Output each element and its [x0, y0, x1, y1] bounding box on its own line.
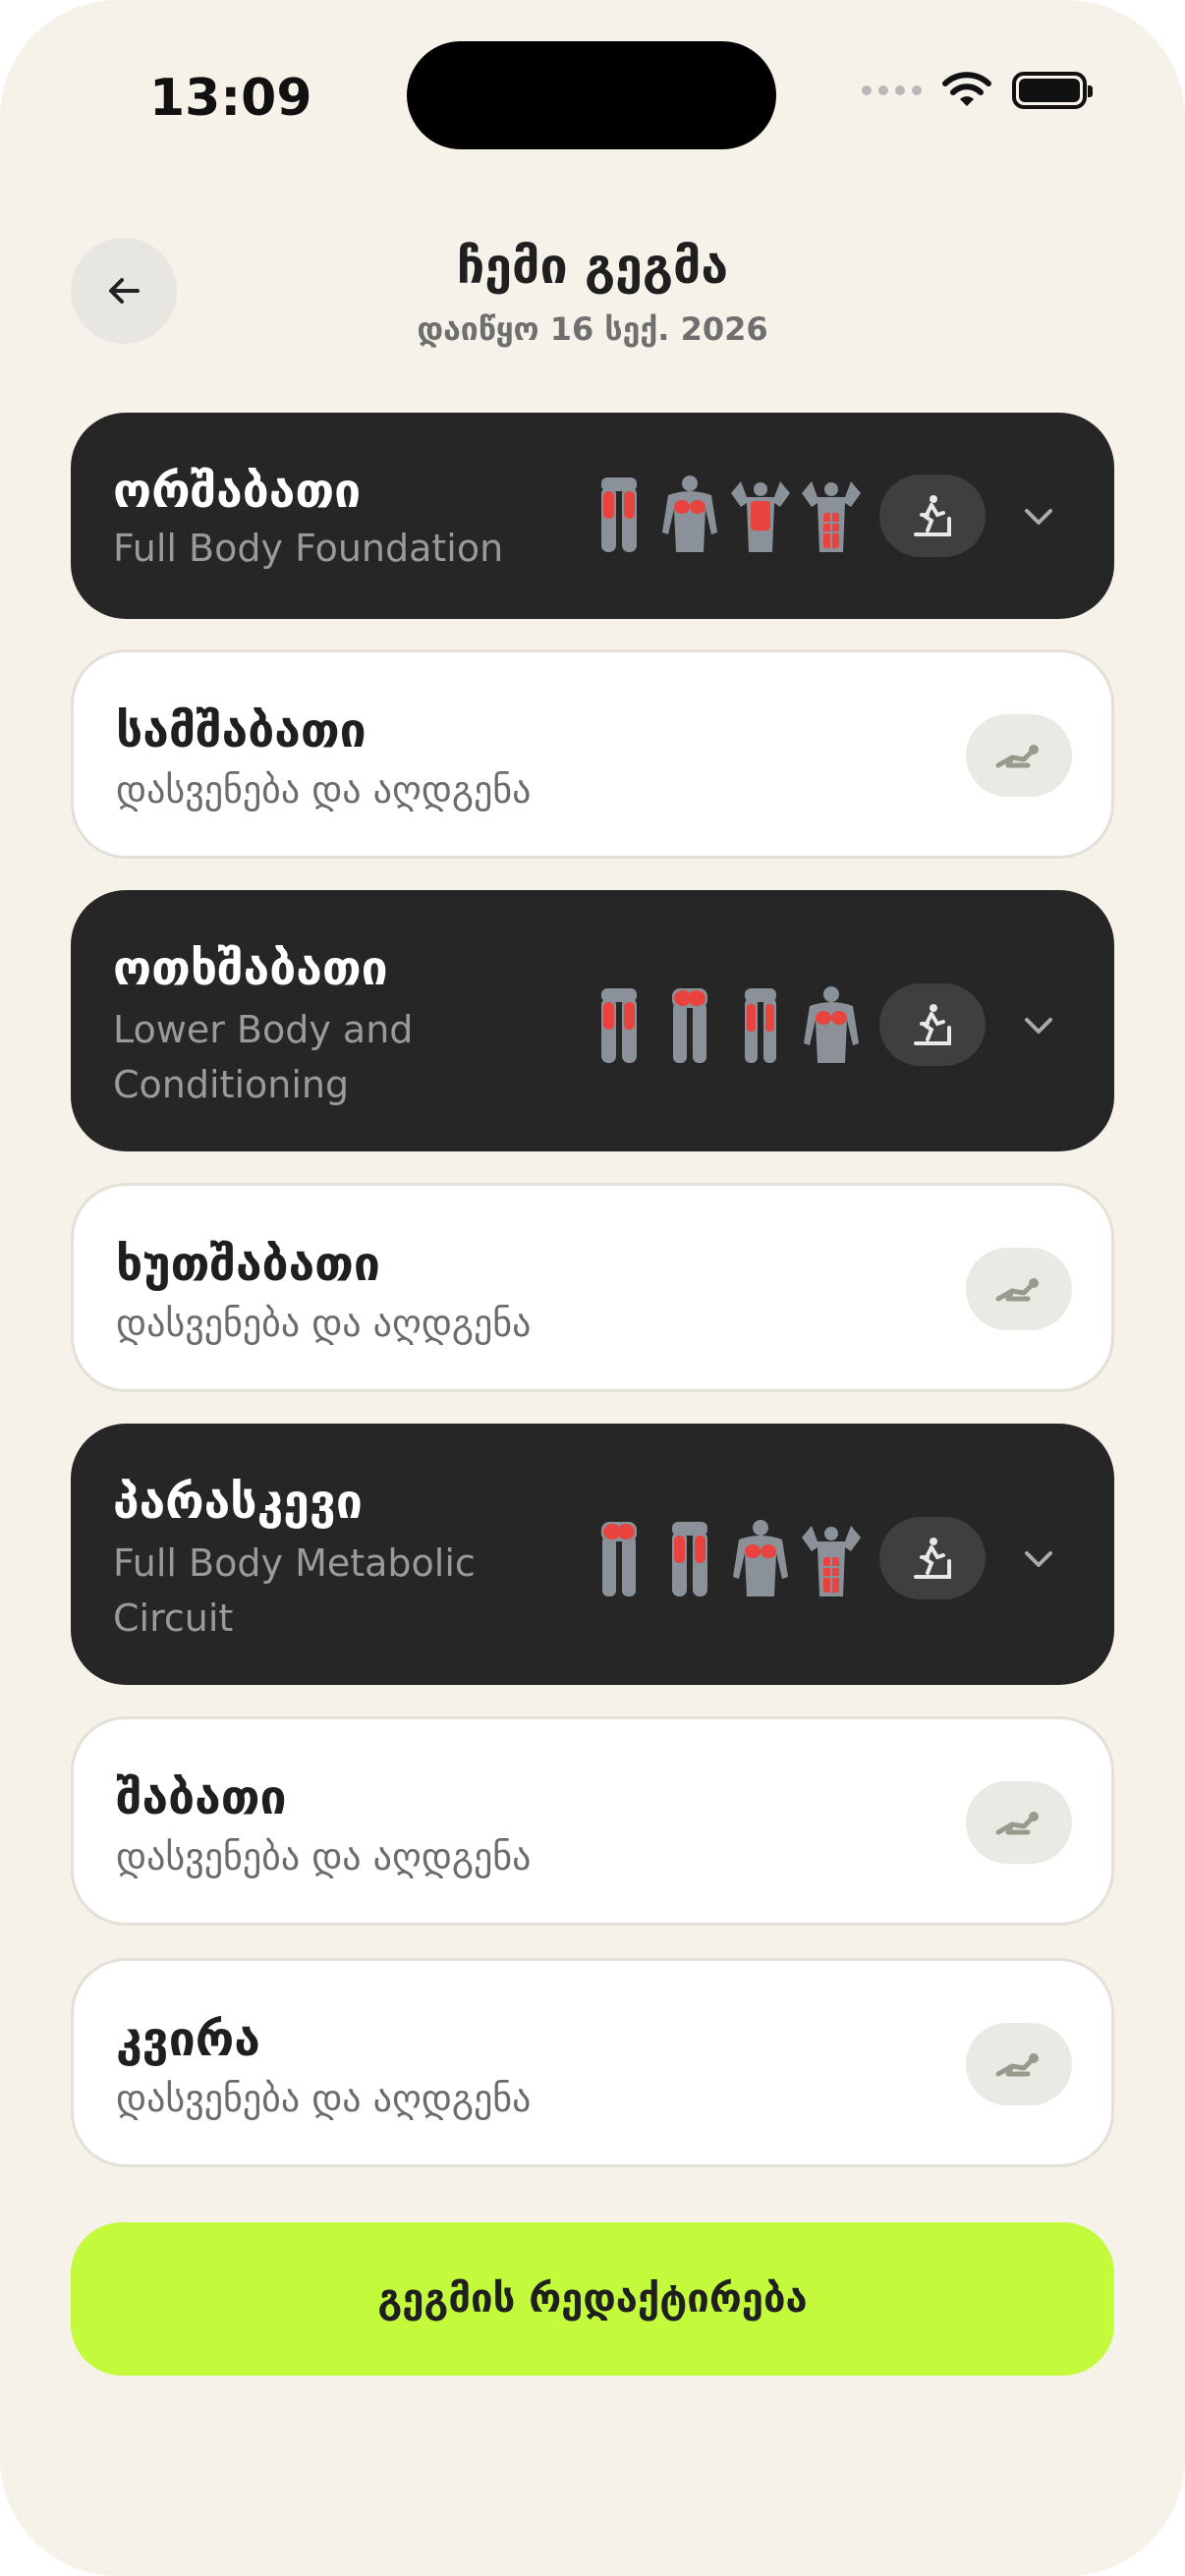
day-name: ორშაბათი: [113, 464, 362, 519]
day-name: ოთხშაბათი: [113, 941, 388, 996]
workout-type-badge: [879, 1517, 986, 1599]
rest-type-badge: [966, 1781, 1072, 1864]
day-name: ხუთშაბათი: [116, 1237, 380, 1292]
treadmill-icon: [914, 1538, 951, 1579]
core-icon: [802, 1526, 861, 1596]
day-name: პარასკევი: [113, 1475, 363, 1530]
rest-type-badge: [966, 714, 1072, 797]
glutes-icon: [672, 988, 707, 1063]
chest-icon: [804, 986, 859, 1063]
day-subtitle: დასვენება და აღდგენა: [116, 2077, 532, 2120]
day-card-wednesday[interactable]: ოთხშაბათი Lower Body and Conditioning: [71, 890, 1114, 1151]
day-card-friday[interactable]: პარასკევი Full Body Metabolic Circuit: [71, 1424, 1114, 1685]
status-icons: [862, 71, 1093, 110]
workout-type-badge: [879, 475, 986, 557]
chevron-down-icon: [1025, 1018, 1052, 1034]
glutes-icon: [601, 1522, 637, 1596]
rest-lying-icon: [995, 1812, 1039, 1835]
battery-icon: [1012, 72, 1093, 109]
treadmill-icon: [914, 495, 951, 536]
plan-start-date: დაიწყო 16 სექ. 2026: [417, 310, 768, 348]
day-card-thursday[interactable]: ხუთშაბათი დასვენება და აღდგენა: [71, 1183, 1114, 1392]
treadmill-icon: [914, 1004, 951, 1045]
day-name: სამშაბათი: [116, 703, 367, 758]
day-card-tuesday[interactable]: სამშაბათი დასვენება და აღდგენა: [71, 649, 1114, 859]
phone-screen: 13:09 ჩემი გეგმა დაიწყო 16 სექ. 2026 ორშ…: [0, 0, 1185, 2576]
page-title: ჩემი გეგმა: [456, 238, 729, 295]
signal-dots-icon: [862, 85, 922, 95]
rest-lying-icon: [995, 2053, 1039, 2077]
muscle-group-icons: [588, 1518, 863, 1600]
day-subtitle: Full Body Metabolic Circuit: [113, 1541, 476, 1640]
dynamic-island: [407, 41, 776, 149]
expand-toggle[interactable]: [1019, 1540, 1058, 1579]
legs-front-icon: [672, 1522, 707, 1596]
muscle-group-icons: [588, 984, 863, 1067]
muscle-group-icons: [588, 474, 863, 556]
rest-lying-icon: [995, 1278, 1039, 1302]
core-icon: [802, 481, 861, 552]
day-card-sunday[interactable]: კვირა დასვენება და აღდგენა: [71, 1958, 1114, 2167]
expand-toggle[interactable]: [1019, 1006, 1058, 1045]
chevron-down-icon: [1025, 1551, 1052, 1567]
wifi-icon: [942, 72, 991, 106]
day-card-monday[interactable]: ორშაბათი Full Body Foundation: [71, 413, 1114, 619]
expand-toggle[interactable]: [1019, 497, 1058, 536]
chest-icon: [662, 476, 717, 552]
workout-type-badge: [879, 983, 986, 1066]
edit-plan-button[interactable]: გეგმის რედაქტირება: [71, 2222, 1114, 2376]
legs-front-icon: [601, 988, 637, 1063]
legs-front-icon: [601, 477, 637, 552]
hamstrings-icon: [745, 988, 776, 1063]
rest-type-badge: [966, 1248, 1072, 1330]
chest-icon: [733, 1520, 788, 1596]
day-subtitle: დასვენება და აღდგენა: [116, 1302, 532, 1345]
day-name: შაბათი: [116, 1770, 287, 1825]
day-subtitle: დასვენება და აღდგენა: [116, 768, 532, 812]
day-subtitle: დასვენება და აღდგენა: [116, 1835, 532, 1878]
day-card-saturday[interactable]: შაბათი დასვენება და აღდგენა: [71, 1716, 1114, 1926]
chevron-down-icon: [1025, 509, 1052, 525]
day-subtitle: Full Body Foundation: [113, 527, 504, 570]
rest-type-badge: [966, 2023, 1072, 2105]
back-icon: [731, 481, 790, 552]
day-subtitle: Lower Body and Conditioning: [113, 1008, 414, 1106]
status-time: 13:09: [149, 69, 312, 128]
day-name: კვირა: [116, 2012, 260, 2067]
rest-lying-icon: [995, 745, 1039, 768]
